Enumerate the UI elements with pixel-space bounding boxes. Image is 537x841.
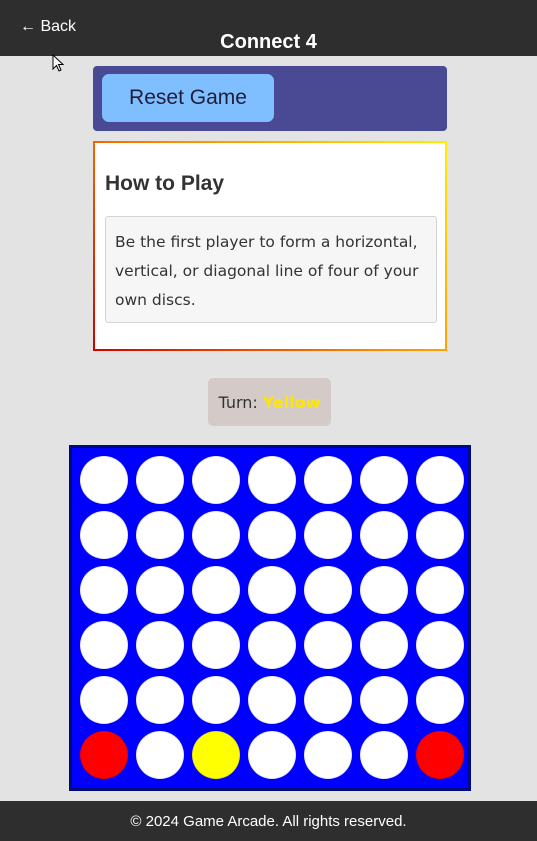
board-cell-empty[interactable] (360, 731, 408, 779)
board-cell-empty[interactable] (416, 566, 464, 614)
how-to-play-text: Be the first player to form a horizontal… (105, 216, 437, 323)
board-cell-empty[interactable] (248, 731, 296, 779)
board-cell-empty[interactable] (416, 511, 464, 559)
board-cell-empty[interactable] (304, 676, 352, 724)
mouse-cursor-icon (52, 54, 64, 72)
board-cell-empty[interactable] (136, 456, 184, 504)
board-cell-empty[interactable] (360, 511, 408, 559)
board-cell-empty[interactable] (360, 676, 408, 724)
reset-game-button[interactable]: Reset Game (102, 74, 274, 122)
footer: © 2024 Game Arcade. All rights reserved. (0, 801, 537, 841)
board-cell-empty[interactable] (136, 731, 184, 779)
board-cell-empty[interactable] (248, 511, 296, 559)
board-cell-empty[interactable] (304, 621, 352, 669)
board-cell-empty[interactable] (192, 566, 240, 614)
board-cell-empty[interactable] (304, 731, 352, 779)
board-cell-empty[interactable] (416, 621, 464, 669)
how-to-play-title: How to Play (105, 172, 225, 195)
board-cell-empty[interactable] (248, 621, 296, 669)
board-cell-red[interactable] (80, 731, 128, 779)
board-cell-empty[interactable] (192, 676, 240, 724)
footer-text: © 2024 Game Arcade. All rights reserved. (130, 812, 407, 830)
board-cell-empty[interactable] (136, 511, 184, 559)
board-cell-empty[interactable] (80, 456, 128, 504)
board-cell-empty[interactable] (248, 566, 296, 614)
board-cell-empty[interactable] (136, 676, 184, 724)
board-cell-empty[interactable] (80, 511, 128, 559)
board-cell-empty[interactable] (416, 456, 464, 504)
how-to-play-panel: How to Play Be the first player to form … (93, 141, 447, 351)
board-cell-empty[interactable] (360, 566, 408, 614)
board-cell-empty[interactable] (192, 511, 240, 559)
board-cell-empty[interactable] (304, 456, 352, 504)
board-cell-empty[interactable] (80, 676, 128, 724)
turn-indicator: Turn: Yellow (208, 378, 331, 426)
board-cell-empty[interactable] (80, 566, 128, 614)
board-cell-empty[interactable] (360, 621, 408, 669)
board-cell-empty[interactable] (192, 456, 240, 504)
board-cell-yellow[interactable] (192, 731, 240, 779)
app-header: ← Back Connect 4 (0, 0, 537, 56)
board-cell-empty[interactable] (248, 456, 296, 504)
board-cell-red[interactable] (416, 731, 464, 779)
board-cell-empty[interactable] (304, 511, 352, 559)
game-board (69, 445, 471, 791)
board-cell-empty[interactable] (136, 566, 184, 614)
board-cell-empty[interactable] (192, 621, 240, 669)
board-cell-empty[interactable] (416, 676, 464, 724)
board-cell-empty[interactable] (304, 566, 352, 614)
board-cell-empty[interactable] (136, 621, 184, 669)
board-cell-empty[interactable] (360, 456, 408, 504)
turn-label: Turn: (218, 392, 258, 412)
turn-player: Yellow (262, 392, 321, 412)
board-cell-empty[interactable] (248, 676, 296, 724)
controls-bar: Reset Game (93, 66, 447, 131)
board-cell-empty[interactable] (80, 621, 128, 669)
page-title: Connect 4 (220, 31, 317, 53)
